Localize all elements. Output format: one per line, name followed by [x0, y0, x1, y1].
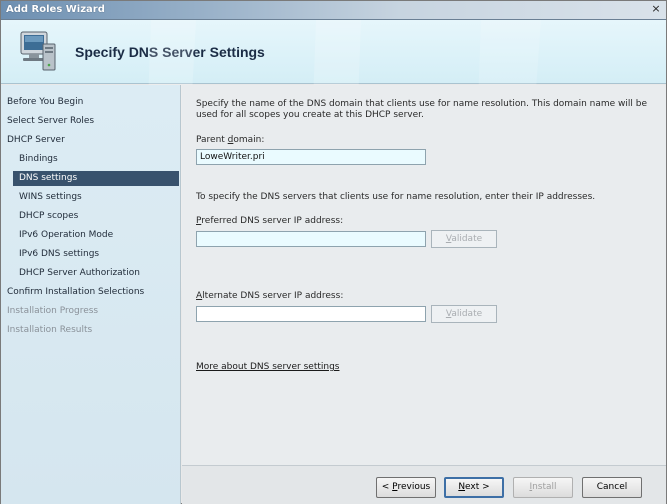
preferred-dns-input[interactable] [196, 231, 426, 247]
sidebar-item-dns-settings[interactable]: DNS settings [13, 171, 179, 186]
sidebar-item-confirm-installation[interactable]: Confirm Installation Selections [7, 285, 144, 300]
close-icon[interactable]: × [649, 3, 663, 17]
server-computer-icon [17, 30, 57, 72]
wizard-header: Specify DNS Server Settings [1, 20, 666, 84]
parent-domain-input[interactable]: LoweWriter.pri [196, 149, 426, 165]
alternate-dns-label: Alternate DNS server IP address: [196, 291, 344, 301]
sidebar-item-installation-results: Installation Results [7, 325, 93, 335]
add-roles-wizard-window: Add Roles Wizard × Specify DNS Server Se… [0, 0, 667, 504]
page-title: Specify DNS Server Settings [75, 44, 265, 60]
validate-alternate-button[interactable]: Validate [431, 305, 497, 323]
window-title: Add Roles Wizard [6, 4, 105, 15]
sidebar-item-bindings[interactable]: Bindings [19, 152, 58, 167]
more-about-dns-link[interactable]: More about DNS server settings [196, 362, 339, 372]
wizard-steps-sidebar: Before You Begin Select Server Roles DHC… [1, 85, 181, 504]
title-bar[interactable]: Add Roles Wizard × [1, 1, 666, 20]
sidebar-item-dhcp-scopes[interactable]: DHCP scopes [19, 209, 78, 224]
validate-preferred-button[interactable]: Validate [431, 230, 497, 248]
parent-domain-label: Parent domain: [196, 135, 265, 145]
sidebar-item-ipv6-operation-mode[interactable]: IPv6 Operation Mode [19, 228, 113, 243]
settings-panel: Specify the name of the DNS domain that … [182, 85, 666, 465]
cancel-button[interactable]: Cancel [582, 477, 642, 498]
alternate-dns-input[interactable] [196, 306, 426, 322]
sidebar-item-dhcp-server[interactable]: DHCP Server [7, 133, 65, 148]
sidebar-item-wins-settings[interactable]: WINS settings [19, 190, 82, 205]
previous-button[interactable]: < Previous [376, 477, 436, 498]
install-button: Install [513, 477, 573, 498]
sidebar-item-ipv6-dns-settings[interactable]: IPv6 DNS settings [19, 247, 99, 262]
sidebar-item-dhcp-server-authorization[interactable]: DHCP Server Authorization [19, 266, 140, 281]
description-text: Specify the name of the DNS domain that … [196, 99, 647, 120]
preferred-dns-label: Preferred DNS server IP address: [196, 216, 344, 226]
sidebar-item-installation-progress: Installation Progress [7, 306, 99, 316]
sidebar-item-select-server-roles[interactable]: Select Server Roles [7, 114, 94, 129]
wizard-footer: < Previous Next > Install Cancel [182, 465, 666, 504]
dns-servers-instruction: To specify the DNS servers that clients … [196, 192, 596, 202]
sidebar-item-before-you-begin[interactable]: Before You Begin [7, 95, 83, 110]
next-button[interactable]: Next > [444, 477, 504, 498]
